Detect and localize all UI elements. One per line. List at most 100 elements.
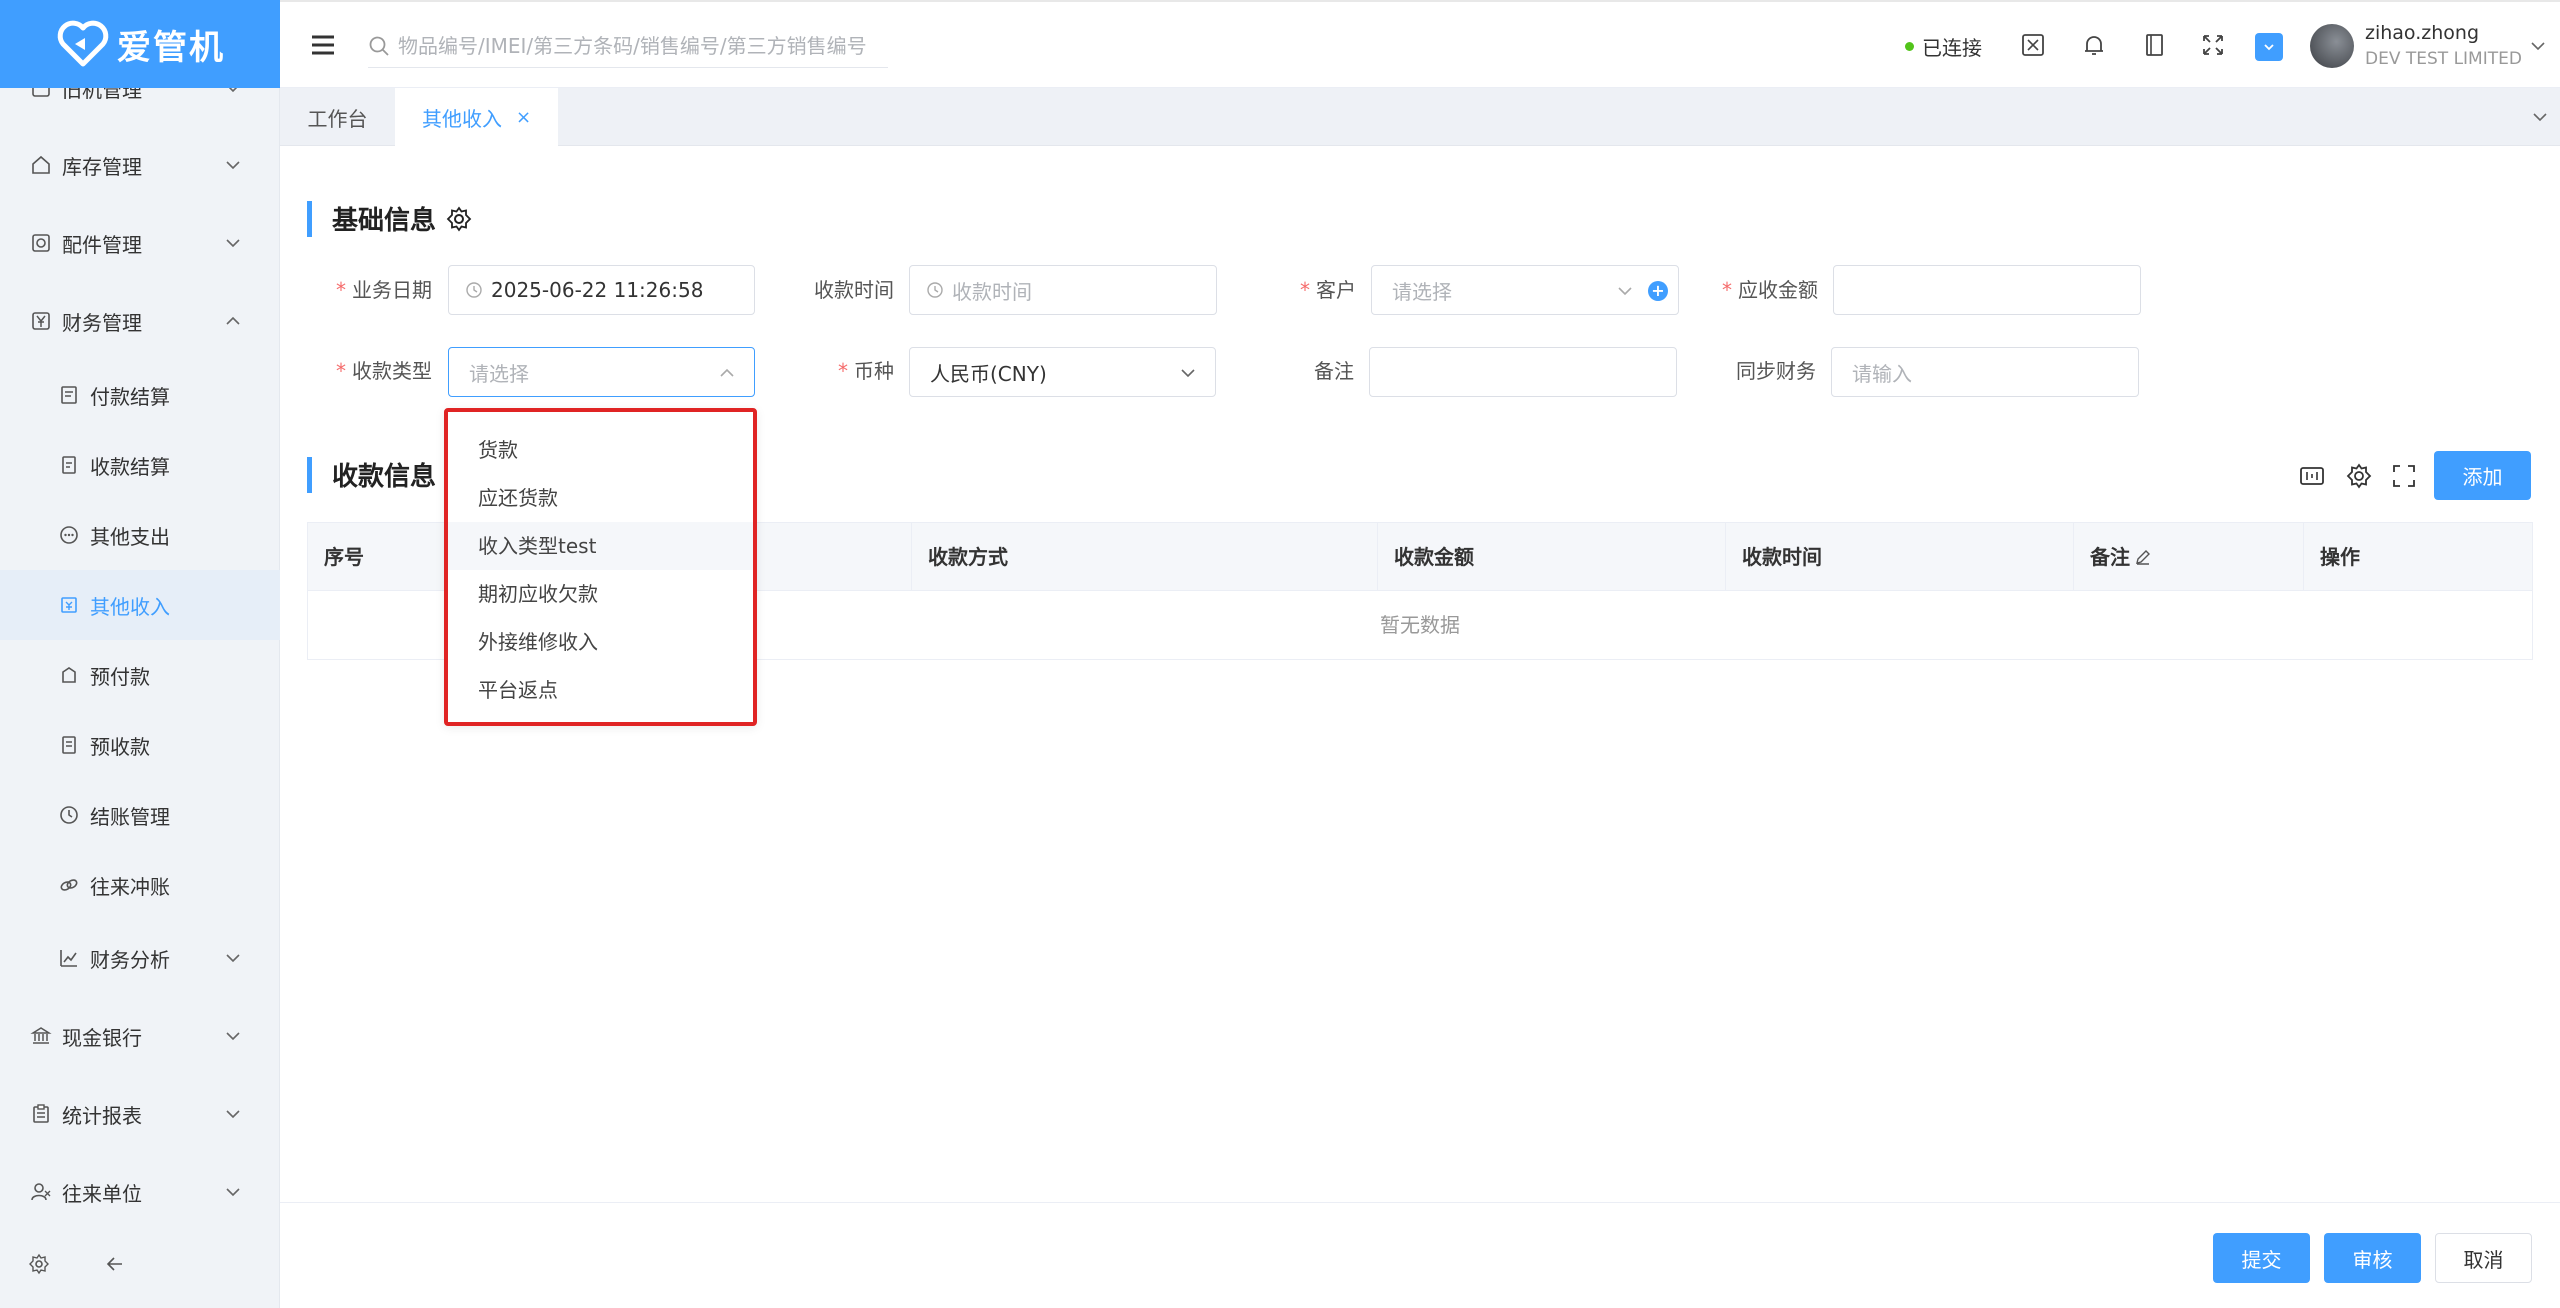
form-footer: 提交 审核 取消: [280, 1202, 2560, 1308]
fullscreen-icon[interactable]: [2200, 32, 2226, 58]
title-bar: [307, 200, 312, 237]
notebook-icon[interactable]: [2141, 32, 2167, 58]
sync-finance-input[interactable]: 请输入: [1831, 347, 2139, 397]
tab-workbench[interactable]: 工作台: [280, 88, 395, 146]
add-customer-icon[interactable]: +: [1648, 281, 1668, 301]
chevron-down-icon: [226, 1188, 240, 1197]
sidebar-item-prepayment[interactable]: 预付款: [0, 640, 280, 710]
receive-type-select[interactable]: 请选择: [448, 347, 755, 397]
dropdown-option[interactable]: 外接维修收入: [448, 618, 753, 666]
settings-icon[interactable]: [28, 1253, 50, 1275]
dropdown-option[interactable]: 收入类型test: [448, 522, 753, 570]
chevron-down-icon: [226, 1032, 240, 1041]
sidebar-item-used-phone[interactable]: 旧机管理: [0, 88, 280, 123]
receive-time-placeholder: 收款时间: [952, 279, 1032, 304]
bell-icon[interactable]: [2081, 32, 2107, 58]
user-info[interactable]: zihao.zhong DEV TEST LIMITED: [2365, 20, 2522, 72]
title-bar: [307, 456, 312, 493]
column-header: 操作: [2320, 545, 2360, 569]
sidebar-item-finance-analysis[interactable]: 财务分析: [0, 923, 280, 993]
avatar[interactable]: [2310, 24, 2354, 68]
global-search: [368, 24, 888, 68]
sidebar-item-inventory[interactable]: 库存管理: [0, 130, 280, 200]
menu-toggle-icon[interactable]: [308, 30, 338, 60]
column-header-remark: 备注: [2074, 523, 2304, 591]
clock-icon: [927, 282, 943, 298]
submit-button[interactable]: 提交: [2213, 1233, 2310, 1283]
connection-status: 已连接: [1905, 32, 1982, 61]
dropdown-option[interactable]: 应还货款: [448, 474, 753, 522]
dropdown-toggle-icon[interactable]: [2255, 33, 2283, 61]
tab-other-income[interactable]: 其他收入 ×: [395, 88, 558, 146]
chevron-down-icon[interactable]: [2528, 36, 2548, 56]
gear-icon[interactable]: [446, 205, 472, 232]
user-name: zihao.zhong: [2365, 22, 2480, 44]
amount-due-label: * 应收金额: [1722, 278, 1818, 302]
settings-icon[interactable]: [2345, 462, 2373, 492]
dropdown-option[interactable]: 货款: [448, 426, 753, 474]
expand-icon[interactable]: [2390, 462, 2418, 492]
chevron-down-icon: [226, 239, 240, 248]
sidebar-item-label: 财务分析: [90, 947, 170, 972]
sidebar-item-label: 财务管理: [62, 310, 142, 335]
sidebar-item-label: 结账管理: [90, 804, 170, 829]
search-input[interactable]: [398, 33, 878, 58]
sidebar-item-label: 配件管理: [62, 232, 142, 257]
chevron-up-icon: [226, 316, 240, 325]
section-title-text: 基础信息: [332, 206, 437, 236]
biz-date-input[interactable]: 2025-06-22 11:26:58: [448, 265, 755, 315]
sidebar-item-label: 旧机管理: [62, 88, 142, 102]
sidebar-item-label: 往来单位: [62, 1181, 142, 1206]
sidebar-item-parts[interactable]: 配件管理: [0, 208, 280, 278]
chevron-down-icon: [1181, 369, 1195, 378]
chevron-down-icon: [228, 88, 238, 93]
receive-type-dropdown: 货款 应还货款 收入类型test 期初应收欠款 外接维修收入 平台返点: [444, 408, 757, 726]
arrow-left-icon[interactable]: [104, 1253, 126, 1275]
sidebar-item-other-expense[interactable]: 其他支出: [0, 500, 280, 570]
close-icon[interactable]: ×: [516, 107, 531, 128]
sidebar-item-partners[interactable]: 往来单位: [0, 1157, 280, 1218]
sidebar-item-receipt-settlement[interactable]: 收款结算: [0, 430, 280, 500]
dots-circle-icon: [58, 524, 80, 546]
sidebar-item-label: 其他支出: [90, 524, 170, 549]
sidebar-item-label: 付款结算: [90, 384, 170, 409]
receipt-icon: [58, 454, 80, 476]
add-button[interactable]: 添加: [2434, 451, 2531, 500]
column-header: 收款金额: [1378, 523, 1726, 591]
receive-type-label: * 收款类型: [336, 359, 432, 383]
customer-select[interactable]: 请选择 +: [1371, 265, 1679, 315]
logo: 爱管机: [0, 0, 280, 88]
sidebar-item-advance-receipt[interactable]: 预收款: [0, 710, 280, 780]
currency-select[interactable]: 人民币(CNY): [909, 347, 1216, 397]
sidebar-item-write-off[interactable]: 往来冲账: [0, 850, 280, 920]
chevron-down-icon[interactable]: [2530, 107, 2550, 127]
sidebar-item-label: 预收款: [90, 734, 150, 759]
cancel-button[interactable]: 取消: [2435, 1233, 2532, 1283]
dropdown-option[interactable]: 平台返点: [448, 666, 753, 714]
sidebar-item-cash-bank[interactable]: 现金银行: [0, 1001, 280, 1071]
link-icon: [58, 874, 80, 896]
sync-finance-placeholder: 请输入: [1852, 361, 1912, 386]
dropdown-option[interactable]: 期初应收欠款: [448, 570, 753, 618]
tab-label: 工作台: [307, 106, 368, 131]
audit-button[interactable]: 审核: [2324, 1233, 2421, 1283]
yen-icon: [30, 310, 52, 332]
sidebar-item-label: 往来冲账: [90, 874, 170, 899]
sidebar-item-label: 库存管理: [62, 154, 142, 179]
sidebar-item-finance[interactable]: 财务管理: [0, 286, 280, 356]
status-dot: [1905, 42, 1914, 51]
column-header: 收款时间: [1726, 523, 2074, 591]
amount-due-input[interactable]: [1833, 265, 2141, 315]
sidebar-item-closing[interactable]: 结账管理: [0, 780, 280, 850]
remark-input[interactable]: [1369, 347, 1677, 397]
receive-time-input[interactable]: 收款时间: [909, 265, 1217, 315]
density-icon[interactable]: [2298, 462, 2326, 492]
sidebar-item-payment-settlement[interactable]: 付款结算: [0, 360, 280, 430]
edit-icon[interactable]: [2134, 548, 2152, 566]
sidebar-item-reports[interactable]: 统计报表: [0, 1079, 280, 1149]
income-icon: [58, 594, 80, 616]
heart-logo-icon: [57, 20, 109, 67]
sidebar-item-other-income[interactable]: 其他收入: [0, 570, 280, 640]
receive-type-placeholder: 请选择: [469, 361, 529, 386]
translate-icon[interactable]: [2020, 32, 2046, 58]
